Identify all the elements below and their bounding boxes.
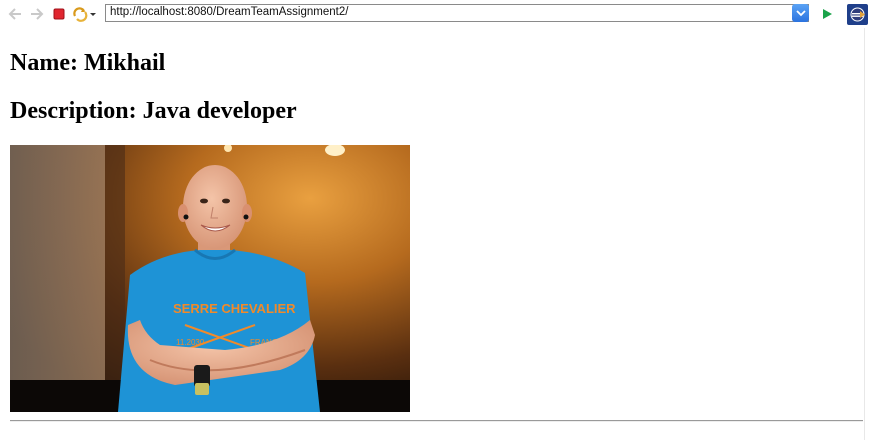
url-text[interactable]: http://localhost:8080/DreamTeamAssignmen… <box>110 6 348 18</box>
horizontal-rule <box>10 420 863 422</box>
name-heading: Name: Mikhail <box>10 50 166 76</box>
svg-text:SERRE CHEVALIER: SERRE CHEVALIER <box>173 301 296 316</box>
eclipse-logo-icon[interactable] <box>847 4 868 25</box>
svg-text:11.2030: 11.2030 <box>176 338 205 347</box>
stop-icon[interactable] <box>50 5 68 23</box>
description-heading: Description: Java developer <box>10 98 297 124</box>
profile-photo: SERRE CHEVALIER 11.2030 FRANCE <box>10 145 410 412</box>
back-arrow-icon[interactable] <box>6 5 24 23</box>
browser-toolbar: http://localhost:8080/DreamTeamAssignmen… <box>0 0 878 28</box>
refresh-icon[interactable] <box>72 5 98 23</box>
forward-arrow-icon[interactable] <box>28 5 46 23</box>
vertical-scrollbar[interactable] <box>864 28 878 440</box>
url-bar[interactable]: http://localhost:8080/DreamTeamAssignmen… <box>105 4 809 22</box>
go-arrow-icon[interactable] <box>818 5 836 23</box>
chevron-down-icon[interactable] <box>792 4 809 22</box>
